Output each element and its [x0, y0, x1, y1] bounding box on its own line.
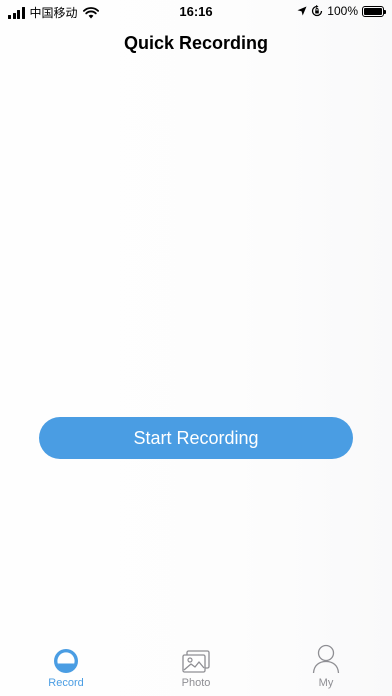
tab-record[interactable]: Record [26, 644, 106, 696]
page-title: Quick Recording [123, 33, 269, 53]
tab-photo-label: Photo [181, 677, 211, 689]
record-icon [54, 649, 78, 673]
person-icon [312, 644, 340, 674]
status-bar: 中国移动 16:16 100% [0, 0, 392, 24]
rotation-lock-icon [312, 5, 323, 17]
battery-percent: 100% [327, 4, 358, 18]
screen: 中国移动 16:16 100% Quick Recording Start Re… [0, 0, 392, 696]
location-icon [297, 6, 307, 16]
photo-icon [182, 650, 210, 673]
tab-bar: Record Photo My [0, 644, 392, 696]
start-recording-button[interactable]: Start Recording [39, 417, 353, 459]
status-right: 100% [297, 4, 386, 18]
tab-my-label: My [318, 677, 334, 689]
tab-photo[interactable]: Photo [156, 644, 236, 696]
battery-icon [362, 5, 386, 17]
tab-my[interactable]: My [286, 644, 366, 696]
tab-record-label: Record [48, 677, 84, 689]
